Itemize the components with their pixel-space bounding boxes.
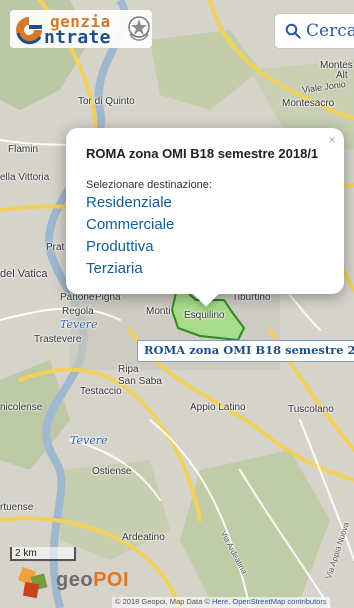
place-label-tuscolano: Tuscolano	[288, 404, 334, 415]
place-label-portuense: rtuense	[0, 502, 34, 513]
agenzia-entrate-logo[interactable]: genzia ntrate	[10, 10, 152, 48]
geopoi-logo-icon	[18, 567, 48, 599]
search-label: Cerca	[306, 21, 354, 41]
attribution-link[interactable]: Here, OpenStreetMap contributors	[212, 597, 327, 606]
italian-emblem-icon	[128, 16, 150, 41]
agenzia-logo-icon	[16, 17, 42, 45]
scale-bar: 2 km	[10, 547, 76, 561]
place-label-vatic: del Vatica	[0, 268, 48, 280]
search-button[interactable]: Cerca	[274, 13, 354, 49]
place-label-villa-vittoria: ella Vittoria	[0, 172, 50, 183]
attribution-text: © 2018 Geopoi, Map Data ©	[115, 597, 210, 606]
place-label-tevere-1: Tevere	[60, 318, 98, 331]
geopoi-wordmark: geoPOI	[56, 569, 130, 591]
place-label-trastevere: Trastevere	[34, 334, 82, 345]
place-label-montesacro: Montesacro	[282, 98, 335, 109]
place-label-alt: Alt	[336, 70, 348, 81]
map-attribution: © 2018 Geopoi, Map Data © Here, OpenStre…	[112, 597, 330, 608]
place-label-esquilino: Esquilino	[184, 310, 225, 321]
place-label-flamin: Flamin	[8, 144, 39, 155]
zone-tooltip-label: ROMA zona OMI B18 semestre 2018/1	[137, 340, 354, 362]
logo-word-entrate: ntrate	[44, 27, 111, 48]
search-icon	[285, 23, 301, 39]
popup-select-label: Selezionare destinazione:	[86, 179, 212, 191]
place-label-testaccio: Testaccio	[80, 386, 122, 397]
place-label-appio-latino: Appio Latino	[190, 402, 246, 413]
place-label-san-saba: San Saba	[118, 376, 162, 387]
place-label-monti: Monti	[146, 306, 171, 317]
place-label-regola: Regola	[62, 306, 94, 317]
map-canvas[interactable]	[0, 0, 354, 608]
place-label-gianicolense: nicolense	[0, 402, 43, 413]
destination-link-produttiva[interactable]: Produttiva	[86, 238, 154, 255]
popup-title: ROMA zona OMI B18 semestre 2018/1	[86, 146, 319, 161]
geopoi-logo[interactable]: geoPOI	[18, 565, 129, 601]
place-label-tevere-2: Tevere	[70, 434, 108, 447]
zone-popup: × ROMA zona OMI B18 semestre 2018/1 Sele…	[66, 128, 344, 307]
place-label-tor-di-quinto: Tor di Quinto	[78, 96, 135, 107]
destination-link-commerciale[interactable]: Commerciale	[86, 216, 174, 233]
place-label-ostiense: Ostiense	[92, 466, 132, 477]
map-tiles	[0, 0, 354, 608]
place-label-ripa: Ripa	[118, 364, 139, 375]
place-label-ardeatino: Ardeatino	[122, 532, 165, 543]
popup-close-button[interactable]: ×	[328, 132, 336, 147]
place-label-prat: Prat	[46, 242, 65, 253]
destination-link-terziaria[interactable]: Terziaria	[86, 260, 143, 277]
destination-link-residenziale[interactable]: Residenziale	[86, 194, 172, 211]
